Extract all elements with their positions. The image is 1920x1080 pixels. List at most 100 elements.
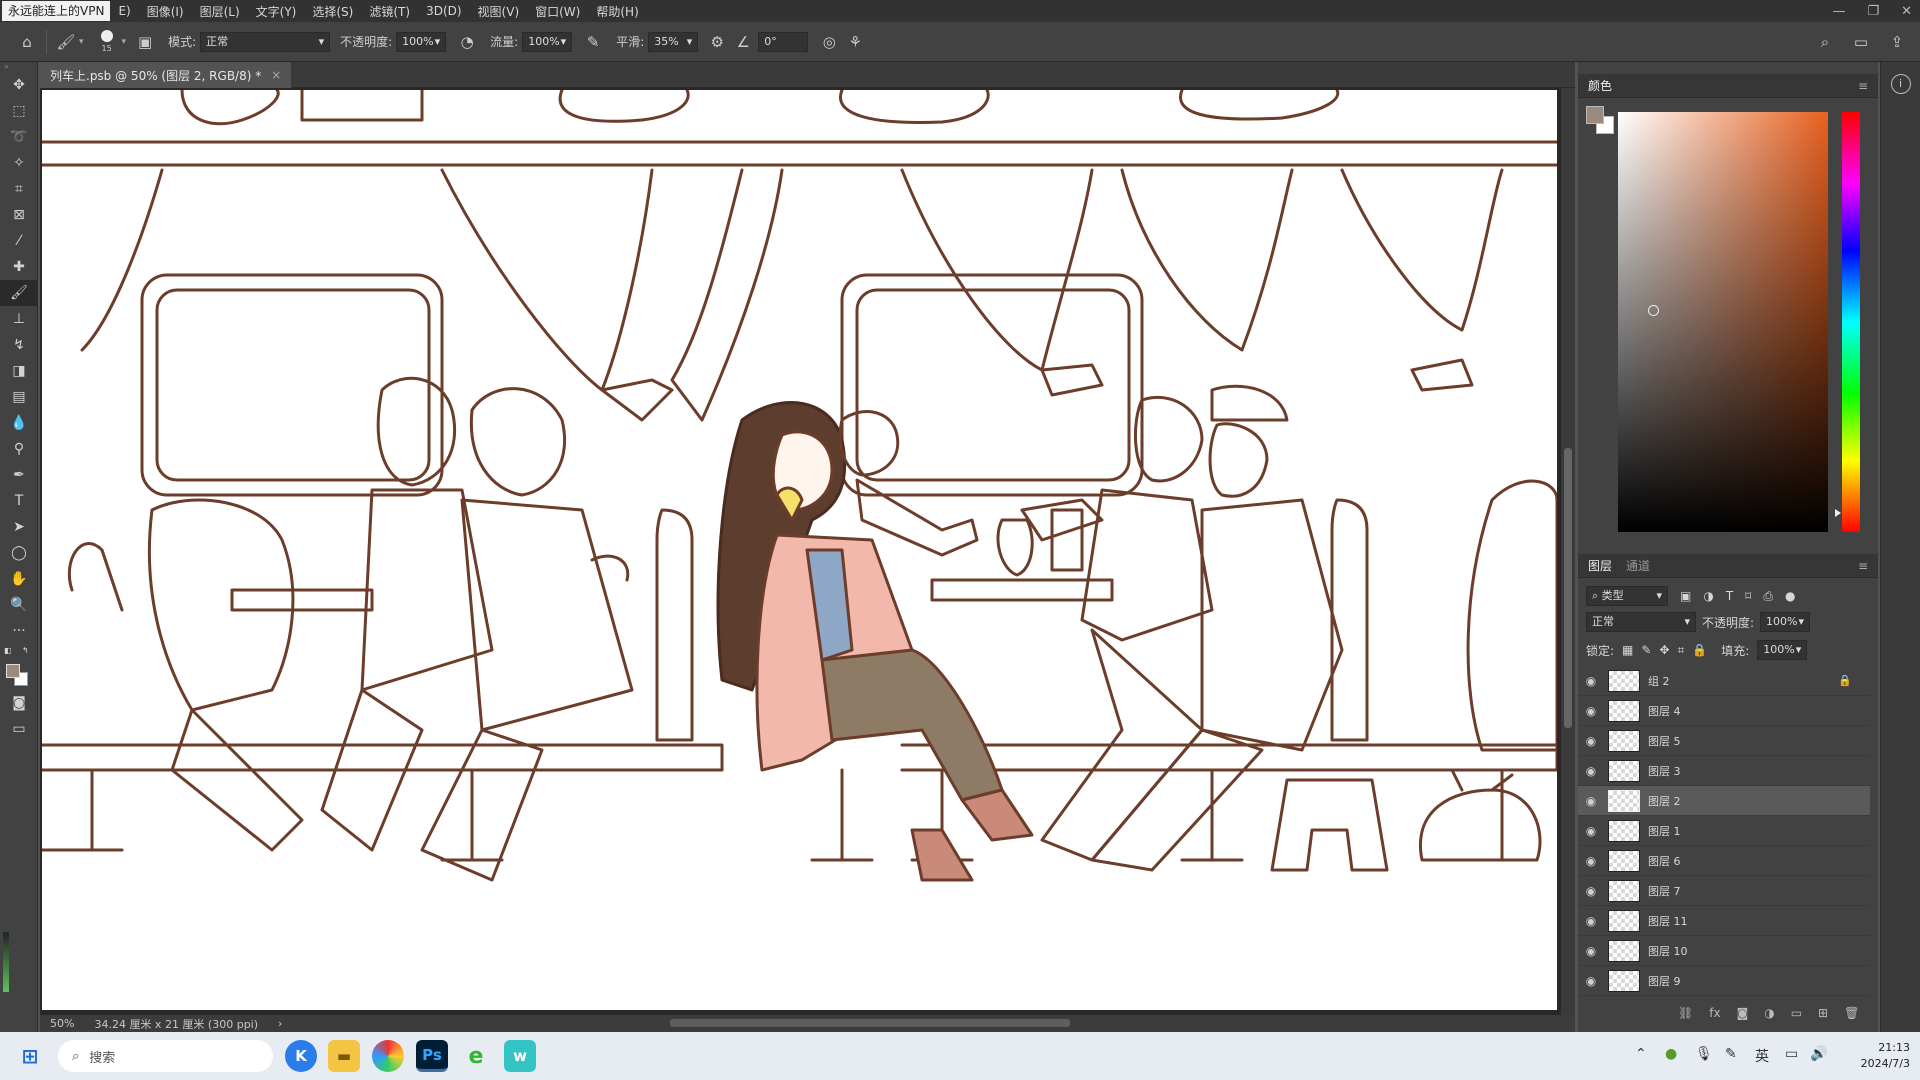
add-mask-icon[interactable]: ◙ — [1737, 1006, 1749, 1020]
app-w-icon[interactable]: w — [504, 1040, 536, 1072]
eye-icon[interactable]: ◉ — [1578, 764, 1604, 778]
quick-mask-icon[interactable]: ◙ — [0, 690, 38, 716]
hue-slider[interactable] — [1842, 112, 1860, 532]
hand-tool-icon[interactable]: ✋ — [0, 566, 38, 592]
info-icon[interactable]: i — [1890, 74, 1911, 94]
filter-adjustment-icon[interactable]: ◑ — [1703, 589, 1713, 603]
gradient-tool-icon[interactable]: ▤ — [0, 384, 38, 410]
eye-icon[interactable]: ◉ — [1578, 674, 1604, 688]
pressure-opacity-icon[interactable]: ◔ — [454, 29, 480, 55]
clock[interactable]: 21:13 2024/7/3 — [1861, 1040, 1910, 1072]
artwork-canvas[interactable] — [42, 90, 1557, 1010]
fx-icon[interactable]: fx — [1709, 1006, 1720, 1020]
tab-layers[interactable]: 图层 — [1588, 557, 1612, 574]
opacity-input[interactable]: 100% ▾ — [396, 31, 447, 52]
layer-row-selected[interactable]: ◉ 图层 2 — [1578, 786, 1870, 816]
brush-preset-icon[interactable]: 🖌 — [53, 29, 79, 55]
ellipse-tool-icon[interactable]: ◯ — [0, 540, 38, 566]
layer-filter-select[interactable]: ⌕ 类型 ▾ — [1586, 586, 1668, 606]
blur-tool-icon[interactable]: 💧 — [0, 410, 38, 436]
angle-input[interactable]: 0° — [758, 31, 809, 52]
pen-tool-icon[interactable]: ✒ — [0, 462, 38, 488]
default-colors-icon[interactable]: ◧ — [4, 646, 12, 655]
crop-tool-icon[interactable]: ⌗ — [0, 176, 38, 202]
lock-position-icon[interactable]: ✥ — [1659, 643, 1669, 657]
move-tool-icon[interactable]: ✥ — [0, 72, 38, 98]
airbrush-icon[interactable]: ✎ — [580, 29, 606, 55]
filter-shape-icon[interactable]: ⌑ — [1745, 589, 1751, 603]
layer-row[interactable]: ◉ 组 2 🔒 — [1578, 666, 1870, 696]
menu-layer[interactable]: 图层(L) — [192, 3, 248, 20]
chevron-right-icon[interactable]: › — [278, 1017, 282, 1030]
foreground-color-swatch[interactable] — [6, 664, 20, 678]
chrome-icon[interactable] — [372, 1040, 404, 1072]
menu-type[interactable]: 文字(Y) — [248, 3, 305, 20]
panel-menu-icon[interactable]: ≡ — [1858, 559, 1868, 573]
trash-icon[interactable]: 🗑 — [1844, 1006, 1859, 1020]
eye-icon[interactable]: ◉ — [1578, 794, 1604, 808]
adjustment-layer-icon[interactable]: ◑ — [1764, 1006, 1774, 1020]
taskbar-search[interactable]: ⌕ 搜索 — [58, 1040, 273, 1072]
menu-filter[interactable]: 滤镜(T) — [361, 3, 418, 20]
new-group-icon[interactable]: ▭ — [1791, 1006, 1802, 1020]
lock-transparency-icon[interactable]: ▦ — [1622, 643, 1633, 657]
menu-view[interactable]: 视图(V) — [470, 3, 528, 20]
share-icon[interactable]: ⇪ — [1884, 29, 1910, 55]
workspace-icon[interactable]: ▭ — [1848, 29, 1874, 55]
brush-settings-icon[interactable]: ▣ — [132, 29, 158, 55]
chevron-down-icon[interactable]: ▾ — [122, 37, 127, 47]
collapse-icon[interactable]: » — [0, 62, 37, 72]
lock-all-icon[interactable]: 🔒 — [1692, 643, 1707, 657]
healing-tool-icon[interactable]: ✚ — [0, 254, 38, 280]
marquee-tool-icon[interactable]: ⬚ — [0, 98, 38, 124]
eye-icon[interactable]: ◉ — [1578, 854, 1604, 868]
smoothing-input[interactable]: 35% ▾ — [648, 31, 699, 52]
saturation-brightness-field[interactable] — [1618, 112, 1828, 532]
mode-select[interactable]: 正常 ▾ — [200, 31, 331, 52]
tab-color[interactable]: 颜色 — [1588, 77, 1612, 94]
eyedropper-tool-icon[interactable]: ⁄ — [0, 228, 38, 254]
edge-icon[interactable]: e — [460, 1040, 492, 1072]
layer-row[interactable]: ◉ 图层 3 — [1578, 756, 1870, 786]
network-icon[interactable]: ▭ — [1785, 1046, 1798, 1062]
zoom-tool-icon[interactable]: 🔍 — [0, 592, 38, 618]
restore-icon[interactable]: ❐ — [1867, 4, 1879, 19]
menu-window[interactable]: 窗口(W) — [527, 3, 588, 20]
brush-tool-icon[interactable]: 🖌 — [0, 280, 38, 306]
type-tool-icon[interactable]: T — [0, 488, 38, 514]
windows-start-icon[interactable]: ⊞ — [14, 1040, 46, 1072]
zoom-level[interactable]: 50% — [50, 1017, 74, 1030]
path-selection-tool-icon[interactable]: ➤ — [0, 514, 38, 540]
file-explorer-icon[interactable]: ▬ — [328, 1040, 360, 1072]
pressure-size-icon[interactable]: ◎ — [816, 29, 842, 55]
lock-pixels-icon[interactable]: ✎ — [1641, 643, 1651, 657]
app-k-icon[interactable]: K — [285, 1040, 317, 1072]
eye-icon[interactable]: ◉ — [1578, 734, 1604, 748]
layer-row[interactable]: ◉ 图层 1 — [1578, 816, 1870, 846]
layer-row[interactable]: ◉ 图层 6 — [1578, 846, 1870, 876]
eraser-tool-icon[interactable]: ◨ — [0, 358, 38, 384]
color-picker-cursor[interactable] — [1648, 305, 1659, 316]
eye-icon[interactable]: ◉ — [1578, 704, 1604, 718]
microphone-icon[interactable]: 🎙 — [1695, 1046, 1713, 1062]
tab-channels[interactable]: 通道 — [1626, 557, 1650, 574]
fill-input[interactable]: 100% ▾ — [1757, 640, 1808, 660]
hue-slider-marker[interactable] — [1835, 509, 1841, 517]
panel-menu-icon[interactable]: ≡ — [1858, 79, 1868, 93]
magic-wand-tool-icon[interactable]: ✧ — [0, 150, 38, 176]
horizontal-scroll-thumb[interactable] — [670, 1019, 1070, 1027]
document-tab[interactable]: 列车上.psb @ 50% (图层 2, RGB/8) * × — [40, 62, 292, 88]
eye-icon[interactable]: ◉ — [1578, 824, 1604, 838]
layer-row[interactable]: ◉ 图层 10 — [1578, 936, 1870, 966]
volume-icon[interactable]: 🔊 — [1810, 1046, 1827, 1062]
menu-edit[interactable]: E) — [110, 4, 138, 18]
gear-icon[interactable]: ⚙ — [704, 29, 730, 55]
app-tray-icon[interactable]: ● — [1665, 1046, 1677, 1062]
more-tools-icon[interactable]: ··· — [0, 618, 38, 644]
symmetry-icon[interactable]: ⚘ — [842, 29, 868, 55]
chevron-up-icon[interactable]: ⌃ — [1635, 1046, 1647, 1062]
search-icon[interactable]: ⌕ — [1812, 29, 1838, 55]
brush-size-picker[interactable]: 15 — [92, 27, 122, 57]
home-icon[interactable]: ⌂ — [14, 29, 40, 55]
filter-type-icon[interactable]: T — [1726, 589, 1733, 603]
